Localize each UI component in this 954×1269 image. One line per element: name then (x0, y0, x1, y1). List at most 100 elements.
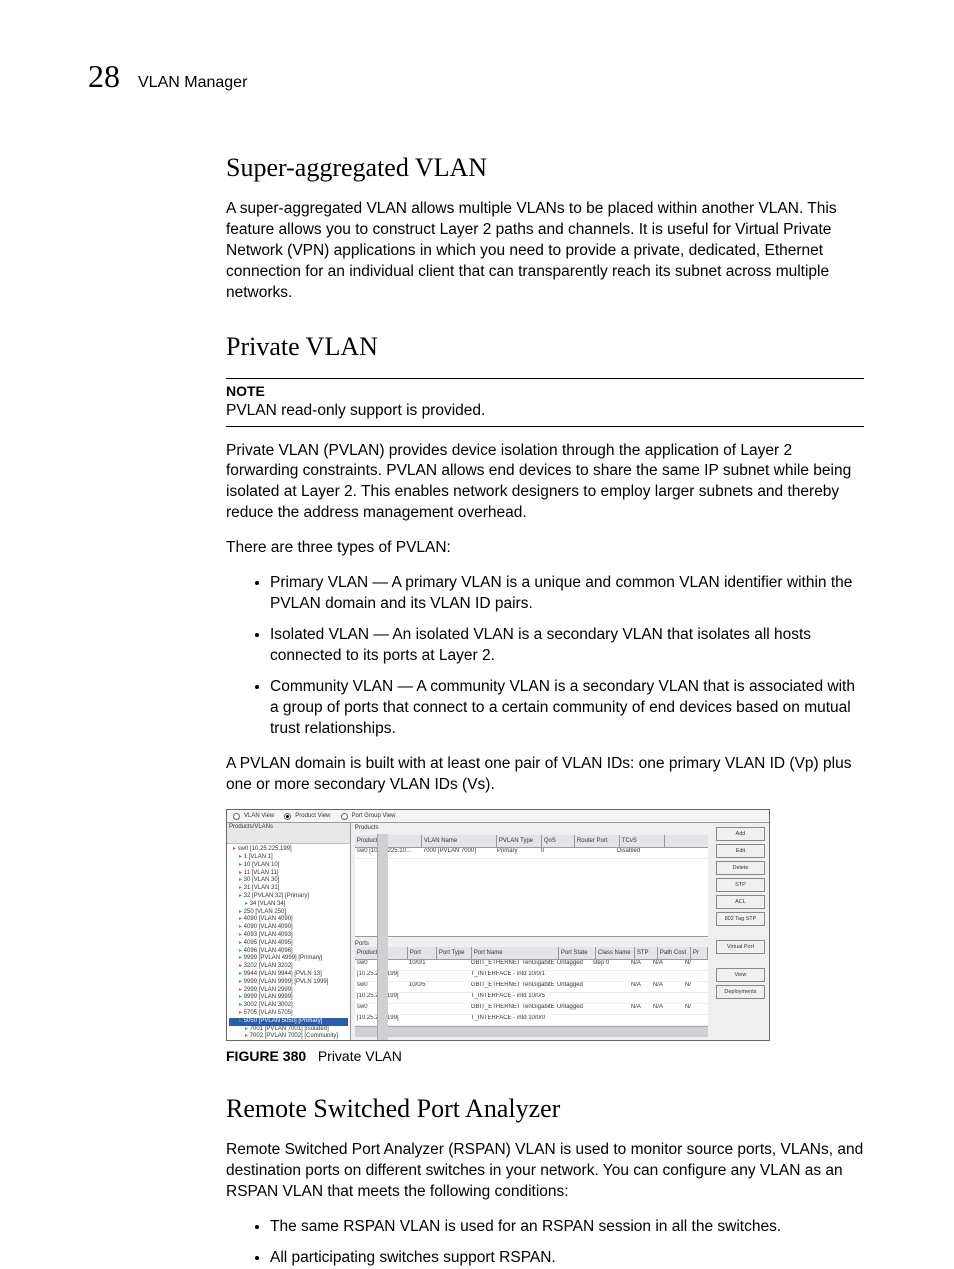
figure-caption: FIGURE 380 Private VLAN (226, 1047, 864, 1066)
cell (591, 993, 629, 1003)
cell (555, 1015, 591, 1025)
page-header: 28 VLAN Manager (88, 58, 864, 95)
paragraph: A PVLAN domain is built with at least on… (226, 754, 864, 796)
cell: Untagged (555, 960, 591, 970)
edit-button[interactable]: Edit (716, 844, 765, 858)
column-header[interactable]: QoS (542, 835, 575, 847)
cell (651, 993, 683, 1003)
tree-item[interactable]: ▸ sw0 [10.25.225.199] (229, 846, 348, 854)
chapter-title: VLAN Manager (138, 74, 247, 92)
stp-button[interactable]: STP (716, 878, 765, 892)
heading-super-aggregated-vlan: Super-aggregated VLAN (226, 153, 864, 183)
column-header[interactable]: STP (635, 947, 658, 959)
cell: N/A (651, 982, 683, 992)
cell: step 0 (591, 960, 629, 970)
figure-toolbar: VLAN View Product View Port Group View (227, 810, 769, 823)
radio-port-group-view[interactable] (341, 813, 348, 820)
tree-item[interactable]: ▸ 9999 [VLAN 9999] [PVLN 1999] (229, 979, 348, 987)
tree-item[interactable]: ▸ 4093 [VLAN 4093] (229, 932, 348, 940)
view-button[interactable]: View (716, 968, 765, 982)
tree-item[interactable]: ▸ 34 [VLAN 34] (229, 901, 348, 909)
cell (591, 1015, 629, 1025)
tree-item[interactable]: ▸ 11 [VLAN 11] (229, 870, 348, 878)
tree-item[interactable]: ▸ 5705 [VLAN 5705] (229, 1010, 348, 1018)
tree-item[interactable]: ▸ 30 [VLAN 30] (229, 877, 348, 885)
column-header[interactable]: Pr (691, 947, 708, 959)
tree-item[interactable]: ▸ 250 [VLAN 250] (229, 909, 348, 917)
cell (407, 1015, 435, 1025)
add-button[interactable]: Add (716, 827, 765, 841)
radio-product-view[interactable] (284, 813, 291, 820)
radio-vlan-view[interactable] (233, 813, 240, 820)
cell (591, 1004, 629, 1014)
cell (683, 971, 699, 981)
column-header[interactable]: Product (355, 835, 422, 847)
bullet-list: Primary VLAN — A primary VLAN is a uniqu… (226, 573, 864, 739)
tree-item[interactable]: ▸ 4095 [VLAN 4095] (229, 940, 348, 948)
column-header[interactable]: PVLAN Type (497, 835, 542, 847)
list-item: Primary VLAN — A primary VLAN is a uniqu… (270, 573, 864, 615)
deployments-button[interactable]: Deployments (716, 985, 765, 999)
tree-item[interactable]: ▸ 32 [PVLAN 32] [Primary] (229, 893, 348, 901)
cell (591, 971, 629, 981)
table-row[interactable]: [10.25.225.199]T_INTERFACE - intd 10/0/1 (355, 971, 708, 982)
table-row[interactable]: [10.25.225.199]T_INTERFACE - intd 10/0/0 (355, 1015, 708, 1026)
acl-button[interactable]: ACL (716, 895, 765, 909)
table-row[interactable]: [10.25.225.199]T_INTERFACE - intd 10/0/5 (355, 993, 708, 1004)
column-header[interactable]: Port Type (437, 947, 472, 959)
tree-item[interactable]: ▸ 10 [VLAN 10] (229, 862, 348, 870)
cell (435, 1015, 469, 1025)
802-tag-stp-button[interactable]: 802 Tag STP (716, 912, 765, 926)
tree-item[interactable]: ▸ 7001 [PVLAN 7001] [Isolated] (229, 1026, 348, 1034)
tree-item[interactable]: ▸ 7002 [PVLAN 7002] [Community] (229, 1033, 348, 1041)
tree-item[interactable]: ▸ 4096 [VLAN 4096] (229, 948, 348, 956)
tree-item[interactable]: ▸ 2999 [VLAN 2999] (229, 987, 348, 995)
tree-scrollbar[interactable] (377, 834, 388, 1040)
note-label: NOTE (226, 383, 864, 399)
cell (629, 993, 651, 1003)
column-header[interactable]: Class Name (596, 947, 635, 959)
tree-item[interactable]: ▸ 3002 [VLAN 3002] (229, 1002, 348, 1010)
virtual-port-button[interactable]: Virtual Port (716, 940, 765, 954)
table-row[interactable]: sw0GBIT_ETHERNET TenGigabitEtheUntaggedN… (355, 1004, 708, 1015)
paragraph: Private VLAN (PVLAN) provides device iso… (226, 441, 864, 525)
tree-item[interactable]: ▸ 4090 [VLAN 4090] (229, 916, 348, 924)
column-header[interactable]: Port (408, 947, 437, 959)
cell (571, 848, 615, 858)
list-item: Isolated VLAN — An isolated VLAN is a se… (270, 625, 864, 667)
horizontal-scrollbar[interactable] (355, 1026, 708, 1037)
column-header[interactable]: Port Name (472, 947, 559, 959)
column-header[interactable]: Port State (559, 947, 596, 959)
ports-grid[interactable]: ProductPortPort TypePort NamePort StateC… (355, 947, 708, 1037)
cell (435, 993, 469, 1003)
cell: GBIT_ETHERNET TenGigabitEthe (469, 960, 555, 970)
tree-item[interactable]: ▸ 9944 [VLAN 9944] [PVLN 13] (229, 971, 348, 979)
column-header[interactable]: Router Port (575, 835, 620, 847)
cell: GBIT_ETHERNET TenGigabitEthe (469, 982, 555, 992)
column-header[interactable]: VLAN Name (422, 835, 497, 847)
cell: Untagged (555, 1004, 591, 1014)
tree-item[interactable]: ▸ 1 [VLAN 1] (229, 854, 348, 862)
cell (407, 993, 435, 1003)
column-header[interactable]: TCvS (620, 835, 665, 847)
products-grid[interactable]: ProductVLAN NamePVLAN TypeQoSRouter Port… (355, 835, 708, 937)
list-item: Community VLAN — A community VLAN is a s… (270, 677, 864, 740)
tree-item[interactable]: ▸ 31 [VLAN 31] (229, 885, 348, 893)
tree-item[interactable]: ▸ 5050 [PVLAN 5050] [Primary] (229, 1018, 348, 1026)
delete-button[interactable]: Delete (716, 861, 765, 875)
bullet-list: The same RSPAN VLAN is used for an RSPAN… (226, 1217, 864, 1269)
cell: 0 (539, 848, 571, 858)
cell: 10/0/5 (407, 982, 435, 992)
table-row[interactable]: sw010/0/1GBIT_ETHERNET TenGigabitEtheUnt… (355, 960, 708, 971)
tree-item[interactable]: ▸ 4090 [VLAN 4090] (229, 924, 348, 932)
heading-remote-switched-port-analyzer: Remote Switched Port Analyzer (226, 1094, 864, 1124)
table-row[interactable]: sw010/0/5GBIT_ETHERNET TenGigabitEtheUnt… (355, 982, 708, 993)
figure-tree-panel[interactable]: Products/VLANs ▸ sw0 [10.25.225.199]▸ 1 … (227, 823, 351, 1041)
tree-item[interactable]: ▸ 9999 [PVLAN 4999] [Primary] (229, 955, 348, 963)
cell: 10/0/1 (407, 960, 435, 970)
cell (407, 971, 435, 981)
tree-item[interactable]: ▸ 3202 [VLAN 3202] (229, 963, 348, 971)
note-block: NOTE PVLAN read-only support is provided… (226, 378, 864, 427)
tree-item[interactable]: ▸ 9999 [VLAN 9999] (229, 994, 348, 1002)
column-header[interactable]: Path Cost (658, 947, 691, 959)
